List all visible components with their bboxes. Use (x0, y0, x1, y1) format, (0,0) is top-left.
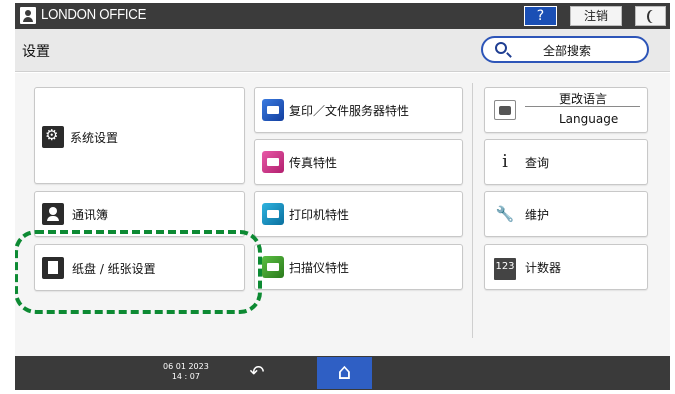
fax-features-label: 传真特性 (289, 156, 338, 170)
address-book-label: 通讯簿 (72, 208, 109, 222)
change-language-tile[interactable]: 更改语言 Language (484, 87, 648, 133)
title-bar: 设置 全部搜索 (15, 29, 670, 72)
maintenance-label: 维护 (525, 208, 550, 222)
counter-label: 计数器 (525, 261, 562, 275)
user-icon[interactable] (20, 7, 36, 24)
copy-document-server-tile[interactable]: 复印／文件服务器特性 (254, 87, 463, 133)
home-button[interactable]: ⌂ (317, 357, 372, 389)
search-all-label: 全部搜索 (543, 44, 592, 58)
gear-icon (42, 126, 64, 148)
bottom-bar: 06 01 2023 14 : 07 ↶ ⌂ (15, 356, 670, 390)
printer-features-tile[interactable]: 打印机特性 (254, 191, 463, 237)
system-settings-tile[interactable]: 系统设置 (34, 87, 245, 184)
copy-icon (262, 99, 284, 121)
time-text: 14 : 07 (171, 372, 200, 381)
scanner-features-tile[interactable]: 扫描仪特性 (254, 244, 463, 290)
back-button[interactable]: ↶ (243, 362, 271, 384)
counter-icon: 123 (494, 258, 516, 280)
search-icon (495, 42, 507, 54)
main-panel: 系统设置 通讯簿 纸盘 / 纸张设置 复印／文件服务器特性 传真特性 打印机特性… (15, 73, 670, 356)
scanner-features-label: 扫描仪特性 (289, 261, 350, 275)
back-icon: ↶ (249, 362, 265, 383)
date-text: 06 01 2023 (163, 362, 209, 371)
counter-tile[interactable]: 123 计数器 (484, 244, 648, 290)
tray-paper-settings-label: 纸盘 / 纸张设置 (72, 262, 156, 276)
printer-icon (262, 203, 284, 225)
address-book-tile[interactable]: 通讯簿 (34, 191, 245, 237)
scanner-icon (262, 256, 284, 278)
printer-features-label: 打印机特性 (289, 208, 350, 222)
language-label: Language (559, 112, 619, 126)
logout-button[interactable]: 注销 (570, 6, 622, 26)
copy-document-server-label: 复印／文件服务器特性 (289, 104, 410, 118)
inquiry-tile[interactable]: i 查询 (484, 139, 648, 185)
wrench-icon: 🔧 (495, 205, 515, 223)
fax-features-tile[interactable]: 传真特性 (254, 139, 463, 185)
tray-icon (42, 257, 64, 279)
language-icon (494, 100, 516, 120)
top-bar: LONDON OFFICE ? 注销 (15, 3, 670, 29)
maintenance-tile[interactable]: 🔧 维护 (484, 191, 648, 237)
energy-saver-button[interactable] (635, 6, 666, 26)
page-title: 设置 (22, 44, 50, 60)
search-all-button[interactable]: 全部搜索 (481, 36, 649, 63)
home-icon: ⌂ (337, 360, 352, 385)
office-name: LONDON OFFICE (41, 6, 147, 23)
info-icon: i (502, 151, 508, 172)
language-divider (525, 106, 640, 107)
inquiry-label: 查询 (525, 156, 550, 170)
screen: LONDON OFFICE ? 注销 设置 全部搜索 系统设置 通讯簿 纸盘 /… (15, 3, 670, 390)
moon-icon (649, 10, 658, 23)
tray-paper-settings-tile[interactable]: 纸盘 / 纸张设置 (34, 244, 245, 291)
clock: 06 01 2023 14 : 07 (163, 362, 209, 382)
column-divider (472, 83, 473, 338)
address-book-icon (42, 203, 64, 225)
change-language-label: 更改语言 (559, 92, 608, 106)
system-settings-label: 系统设置 (70, 131, 119, 145)
help-button[interactable]: ? (524, 6, 557, 26)
fax-icon (262, 151, 284, 173)
